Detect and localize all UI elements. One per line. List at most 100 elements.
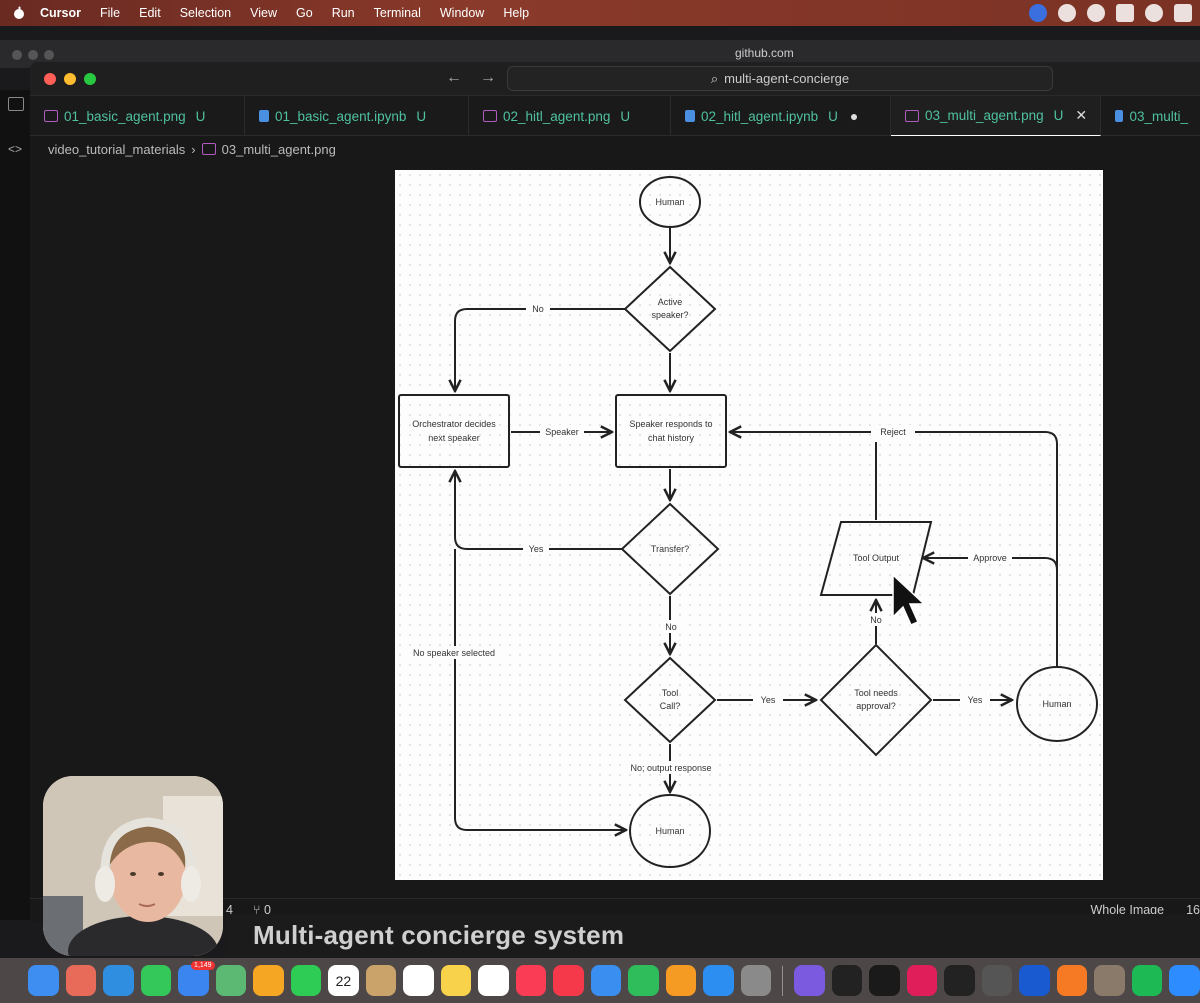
transfer-label: Transfer? [651,544,689,554]
dock-tableplus-icon[interactable] [1094,965,1125,996]
image-file-icon [201,143,216,155]
dock-finder-icon[interactable] [28,965,59,996]
dock-numbers-icon[interactable] [628,965,659,996]
user-icon[interactable] [1174,4,1192,22]
menu-edit[interactable]: Edit [139,6,161,20]
tab-02-hitl-agent-ipynb[interactable]: 02_hitl_agent.ipynb U ● [671,96,891,136]
edge-label-yes-2: Yes [761,695,776,705]
active-speaker-label-2: speaker? [651,310,688,320]
tab-03-multi-ipynb[interactable]: 03_multi_ [1101,96,1200,136]
tab-01-basic-agent-ipynb[interactable]: 01_basic_agent.ipynb U [245,96,469,136]
command-center-label: multi-agent-concierge [724,71,850,86]
breadcrumb-file[interactable]: 03_multi_agent.png [222,142,336,157]
dock-pages-icon[interactable] [665,965,697,996]
menu-run[interactable]: Run [332,6,355,20]
dock-slack-icon[interactable] [906,965,938,996]
dock-notes-icon[interactable] [440,965,472,996]
tool-call-node [623,656,717,744]
image-file-icon [905,109,919,122]
dock-maps-icon[interactable] [215,965,247,996]
zoom-tray-icon[interactable] [1029,4,1047,22]
dock-contacts-icon[interactable] [365,965,397,996]
tab-02-hitl-agent-png[interactable]: 02_hitl_agent.png U [469,96,671,136]
tab-label: 01_basic_agent.png [64,108,186,124]
forward-arrow-icon[interactable]: → [480,69,496,87]
tab-untracked-badge: U [828,108,838,124]
record-icon[interactable] [1058,4,1076,22]
image-file-icon [44,110,58,122]
title-bar: ← → ⌕ multi-agent-concierge [30,62,1200,96]
gear-icon[interactable] [1087,4,1105,22]
tab-label: 02_hitl_agent.png [503,108,611,124]
dock-keynote-icon[interactable] [590,965,622,996]
edge-label-speaker: Speaker [545,427,579,437]
dock-music-icon[interactable] [515,965,547,996]
command-center[interactable]: ⌕ multi-agent-concierge [507,66,1053,91]
grid-icon[interactable] [1116,4,1134,22]
dock-spotify-icon[interactable] [1131,965,1163,996]
dock: 1,149 22 [0,958,1200,1003]
dock-calculator-icon[interactable] [981,965,1013,996]
dock-calendar-date: 22 [335,972,352,989]
menu-icon[interactable] [8,97,24,111]
human-top-label: Human [655,197,684,207]
dock-news-icon[interactable] [553,965,584,996]
menu-help[interactable]: Help [503,6,529,20]
tab-label: 03_multi_agent.png [925,108,1044,123]
menu-terminal[interactable]: Terminal [374,6,421,20]
dock-photos-icon[interactable] [253,965,284,996]
modified-dot-icon[interactable]: ● [850,108,858,124]
tab-bar: 01_basic_agent.png U 01_basic_agent.ipyn… [30,96,1200,136]
breadcrumb: video_tutorial_materials › 03_multi_agen… [30,136,1200,162]
tab-01-basic-agent-png[interactable]: 01_basic_agent.png U [30,96,245,136]
chrome-icon[interactable] [1145,4,1163,22]
browser-url[interactable]: github.com [735,46,794,60]
edge-label-no-speaker-selected: No speaker selected [413,648,495,658]
close-tab-icon[interactable]: ✕ [1075,107,1087,124]
dock-1password-icon[interactable] [1019,965,1050,996]
dock-cursor-icon[interactable] [944,965,975,996]
dock-sublime-icon[interactable] [1056,965,1088,996]
minimize-window-button[interactable] [64,73,76,85]
edge-label-no-2: No [665,622,677,632]
mouse-cursor-icon [892,573,926,626]
menu-view[interactable]: View [250,6,277,20]
dock-safari-icon[interactable] [103,965,134,996]
dock-app-store-icon[interactable] [703,965,734,996]
dock-freeform-icon[interactable] [478,965,509,996]
dock-reminders-icon[interactable] [403,965,434,996]
menu-selection[interactable]: Selection [180,6,231,20]
edge-label-no-1: No [532,304,544,314]
dock-terminal-icon[interactable] [869,965,900,996]
menu-go[interactable]: Go [296,6,313,20]
dock-messages-icon[interactable] [140,965,172,996]
dock-launchpad-icon[interactable] [65,965,97,996]
dock-zoom-icon[interactable] [1169,965,1200,996]
code-icon[interactable]: <> [8,142,24,156]
dock-system-settings-icon[interactable] [740,965,772,996]
apple-icon[interactable] [12,6,26,20]
speaker-responds-label-1: Speaker responds to [629,419,712,429]
tool-needs-approval-label-1: Tool needs [854,688,898,698]
menu-file[interactable]: File [100,6,120,20]
close-window-button[interactable] [44,73,56,85]
edge-label-no-3: No [870,615,882,625]
dock-calendar-icon[interactable]: 22 [328,965,359,996]
zoom-window-button[interactable] [84,73,96,85]
notebook-file-icon [685,110,695,122]
tab-03-multi-agent-png[interactable]: 03_multi_agent.png U ✕ [891,96,1101,136]
webcam-overlay [43,776,223,956]
tab-label: 01_basic_agent.ipynb [275,108,407,124]
menu-cursor[interactable]: Cursor [40,6,81,20]
tool-call-label-2: Call? [660,701,681,711]
dock-obsidian-icon[interactable] [794,965,825,996]
human-right-label: Human [1042,699,1071,709]
back-arrow-icon[interactable]: ← [446,69,462,87]
dock-facetime-icon[interactable] [290,965,322,996]
breadcrumb-folder[interactable]: video_tutorial_materials [48,142,185,157]
menu-window[interactable]: Window [440,6,484,20]
dock-activity-monitor-icon[interactable] [831,965,863,996]
tab-untracked-badge: U [416,108,427,124]
dock-mail-icon[interactable]: 1,149 [178,961,215,996]
menu-bar: Cursor File Edit Selection View Go Run T… [0,0,1200,26]
